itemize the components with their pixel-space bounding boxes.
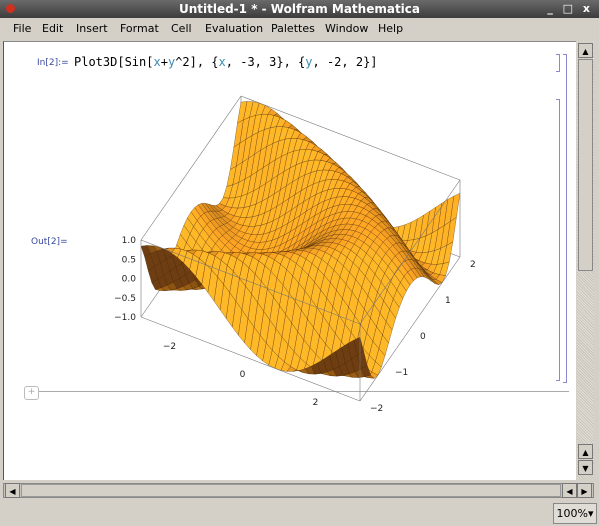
scroll-down-icon[interactable]: ▼ bbox=[578, 460, 593, 475]
title-bar: Untitled-1 * - Wolfram Mathematica _ □ x bbox=[0, 0, 599, 18]
menu-insert[interactable]: Insert bbox=[76, 18, 108, 40]
app-icon bbox=[6, 4, 15, 13]
menu-cell[interactable]: Cell bbox=[171, 18, 192, 40]
x-tick-label: 2 bbox=[313, 398, 319, 408]
window-title: Untitled-1 * - Wolfram Mathematica bbox=[178, 2, 421, 16]
scroll-left-icon[interactable]: ◀ bbox=[562, 483, 577, 498]
scroll-up-icon[interactable]: ▲ bbox=[578, 444, 593, 459]
x-tick-label: −2 bbox=[163, 342, 176, 352]
output-label: Out[2]= bbox=[31, 237, 68, 247]
y-tick-label: −2 bbox=[370, 404, 383, 412]
y-tick-label: −1 bbox=[395, 368, 408, 378]
scroll-up-icon[interactable]: ▲ bbox=[578, 43, 593, 58]
input-cell[interactable]: Plot3D[Sin[x+y^2], {x, -3, 3}, {y, -2, 2… bbox=[74, 55, 378, 69]
vertical-scrollbar[interactable]: ▲ ▲ ▼ bbox=[577, 41, 594, 479]
code: , -3, 3}, { bbox=[225, 55, 306, 69]
scroll-right-icon[interactable]: ▶ bbox=[577, 483, 592, 498]
cell-bracket-output[interactable] bbox=[556, 99, 560, 381]
horizontal-scroll-thumb[interactable] bbox=[21, 484, 561, 497]
menu-evaluation[interactable]: Evaluation bbox=[205, 18, 263, 40]
code-var: y bbox=[305, 55, 313, 69]
y-tick-label: 1 bbox=[445, 296, 451, 306]
z-tick-label: 0.5 bbox=[122, 255, 136, 265]
z-tick-label: 1.0 bbox=[122, 236, 137, 246]
horizontal-scrollbar[interactable]: ◀ ◀ ▶ bbox=[3, 483, 594, 498]
zoom-selector[interactable]: 100%▾ bbox=[553, 503, 597, 524]
menu-help[interactable]: Help bbox=[378, 18, 403, 40]
menu-edit[interactable]: Edit bbox=[42, 18, 63, 40]
y-tick-label: 2 bbox=[470, 260, 476, 270]
menu-palettes[interactable]: Palettes bbox=[271, 18, 315, 40]
z-tick-label: −1.0 bbox=[114, 313, 136, 323]
plot3d-graphic[interactable]: 1.0 0.5 0.0 −0.5 −1.0 −2 0 2 −2 −1 0 1 2 bbox=[64, 72, 524, 412]
code: Plot3D[Sin[ bbox=[74, 55, 154, 69]
input-label: In[2]:= bbox=[37, 58, 69, 68]
zoom-value: 100% bbox=[556, 507, 588, 520]
z-tick-label: 0.0 bbox=[122, 275, 137, 285]
code-var: x bbox=[218, 55, 226, 69]
menu-window[interactable]: Window bbox=[325, 18, 368, 40]
y-tick-label: 0 bbox=[420, 332, 426, 342]
code: + bbox=[160, 55, 168, 69]
x-tick-label: 0 bbox=[240, 370, 246, 380]
add-cell-icon[interactable]: + bbox=[24, 386, 39, 400]
vertical-scroll-thumb[interactable] bbox=[578, 59, 593, 271]
menu-file[interactable]: File bbox=[13, 18, 31, 40]
menu-format[interactable]: Format bbox=[120, 18, 159, 40]
scroll-left-icon[interactable]: ◀ bbox=[5, 483, 20, 498]
cell-bracket-input[interactable] bbox=[556, 54, 560, 72]
cell-group-bracket[interactable] bbox=[563, 54, 567, 383]
menu-bar: File Edit Insert Format Cell Evaluation … bbox=[0, 18, 599, 40]
code: ^2], { bbox=[175, 55, 219, 69]
code: , -2, 2}] bbox=[312, 55, 378, 69]
window-controls[interactable]: _ □ x bbox=[547, 0, 593, 18]
z-tick-label: −0.5 bbox=[114, 294, 136, 304]
notebook[interactable]: In[2]:= Plot3D[Sin[x+y^2], {x, -3, 3}, {… bbox=[3, 41, 576, 480]
code-var: x bbox=[153, 55, 161, 69]
